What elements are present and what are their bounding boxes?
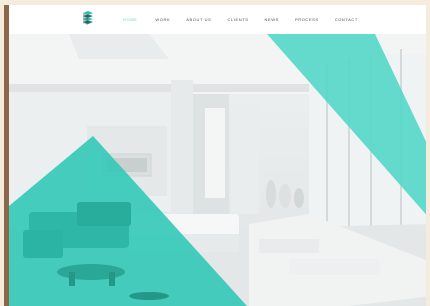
nav-home[interactable]: HOME	[123, 17, 137, 22]
nav-clients[interactable]: CLIENTS	[227, 17, 248, 22]
hero-banner	[9, 34, 426, 306]
hero-interior-illustration	[9, 34, 426, 306]
nav-work[interactable]: WORK	[155, 17, 170, 22]
nav-contact[interactable]: CONTACT	[335, 17, 358, 22]
nav-news[interactable]: NEWS	[265, 17, 279, 22]
top-navbar: HOME WORK ABOUT US CLIENTS NEWS PROCESS …	[9, 5, 426, 34]
browser-viewport: HOME WORK ABOUT US CLIENTS NEWS PROCESS …	[4, 5, 426, 306]
nav-about-us[interactable]: ABOUT US	[186, 17, 211, 22]
layered-cube-logo-icon[interactable]	[81, 11, 95, 27]
nav-process[interactable]: PROCESS	[295, 17, 319, 22]
main-nav: HOME WORK ABOUT US CLIENTS NEWS PROCESS …	[123, 5, 358, 34]
